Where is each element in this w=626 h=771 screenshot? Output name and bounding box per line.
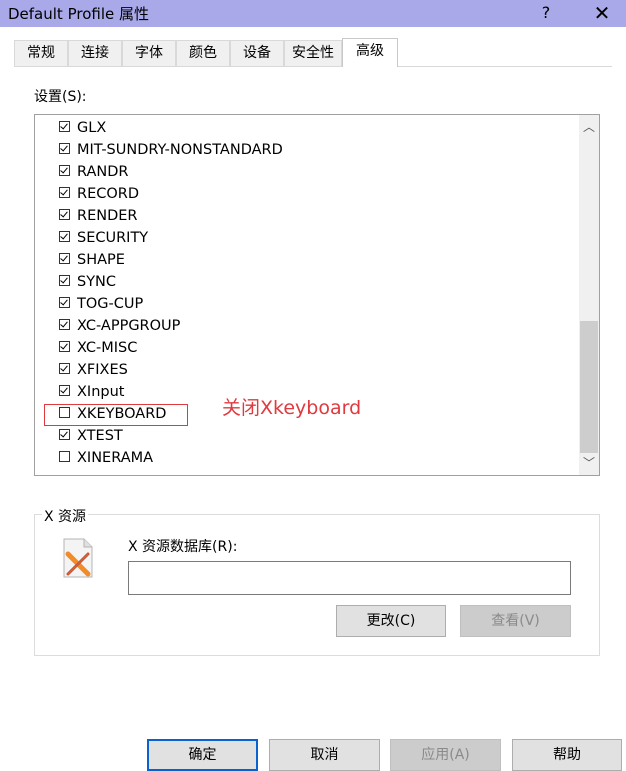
list-item-label: RECORD xyxy=(77,186,140,202)
checkbox[interactable] xyxy=(59,164,70,176)
list-item-label: SECURITY xyxy=(77,230,149,246)
xkeyboard-highlight xyxy=(44,404,188,426)
x-resource-db-input[interactable] xyxy=(128,561,571,595)
checkbox[interactable] xyxy=(59,450,70,462)
list-item[interactable]: SECURITY xyxy=(59,227,148,249)
list-item[interactable]: XTEST xyxy=(59,425,123,447)
list-item[interactable]: GLX xyxy=(59,117,106,139)
list-item[interactable]: RANDR xyxy=(59,161,129,183)
list-item[interactable]: SYNC xyxy=(59,271,116,293)
window-title: Default Profile 属性 xyxy=(8,5,149,23)
tab-connection[interactable]: 连接 xyxy=(68,40,122,66)
list-item[interactable]: XInput xyxy=(59,381,124,403)
checkbox[interactable] xyxy=(59,120,70,132)
checkbox[interactable] xyxy=(59,274,70,286)
list-item-label: RENDER xyxy=(77,208,138,224)
tab-color[interactable]: 颜色 xyxy=(176,40,230,66)
tab-device[interactable]: 设备 xyxy=(230,40,284,66)
list-item[interactable]: RECORD xyxy=(59,183,139,205)
list-item[interactable]: RENDER xyxy=(59,205,138,227)
list-item-label: XC-MISC xyxy=(77,340,138,356)
checkbox[interactable] xyxy=(59,296,70,308)
x-app-icon xyxy=(63,538,93,578)
list-item[interactable]: MIT-SUNDRY-NONSTANDARD xyxy=(59,139,283,161)
title-bar: Default Profile 属性 ? ✕ xyxy=(0,0,626,27)
scroll-down-icon[interactable]: ﹀ xyxy=(579,453,599,473)
list-item-label: RANDR xyxy=(77,164,129,180)
list-item[interactable]: XC-APPGROUP xyxy=(59,315,180,337)
checkbox[interactable] xyxy=(59,208,70,220)
checkbox[interactable] xyxy=(59,186,70,198)
ok-button[interactable]: 确定 xyxy=(147,739,258,771)
list-item-label: XFIXES xyxy=(77,362,128,378)
checkbox[interactable] xyxy=(59,318,70,330)
tab-general[interactable]: 常规 xyxy=(14,40,68,66)
checkbox[interactable] xyxy=(59,384,70,396)
cancel-button[interactable]: 取消 xyxy=(269,739,380,771)
close-icon[interactable]: ✕ xyxy=(590,0,614,26)
settings-scrollbar[interactable]: ︿ ﹀ xyxy=(579,115,599,475)
help-icon[interactable]: ? xyxy=(536,0,556,26)
tab-security[interactable]: 安全性 xyxy=(284,40,342,66)
list-item-label: SHAPE xyxy=(77,252,125,268)
list-item-label: XInput xyxy=(77,384,125,400)
list-item-label: SYNC xyxy=(77,274,117,290)
checkbox[interactable] xyxy=(59,428,70,440)
list-item-label: XC-APPGROUP xyxy=(77,318,181,334)
change-button[interactable]: 更改(C) xyxy=(336,605,446,637)
list-item[interactable]: XINERAMA xyxy=(59,447,153,469)
checkbox[interactable] xyxy=(59,230,70,242)
settings-label: 设置(S): xyxy=(34,89,87,105)
checkbox[interactable] xyxy=(59,142,70,154)
scroll-thumb[interactable] xyxy=(580,321,598,453)
tab-font[interactable]: 字体 xyxy=(122,40,176,66)
list-item-label: GLX xyxy=(77,120,107,136)
scroll-up-icon[interactable]: ︿ xyxy=(579,117,599,137)
checkbox[interactable] xyxy=(59,362,70,374)
list-item[interactable]: XC-MISC xyxy=(59,337,137,359)
list-item-label: MIT-SUNDRY-NONSTANDARD xyxy=(77,142,283,158)
tab-advanced[interactable]: 高级 xyxy=(342,38,398,67)
view-button[interactable]: 查看(V) xyxy=(460,605,571,637)
list-item-label: TOG-CUP xyxy=(77,296,144,312)
list-item[interactable]: SHAPE xyxy=(59,249,125,271)
x-resources-legend: X 资源 xyxy=(42,506,89,526)
apply-button[interactable]: 应用(A) xyxy=(390,739,501,771)
list-item-label: XINERAMA xyxy=(77,450,154,466)
annotation-text: 关闭Xkeyboard xyxy=(222,397,362,419)
checkbox[interactable] xyxy=(59,340,70,352)
x-resource-db-label: X 资源数据库(R): xyxy=(128,539,238,555)
list-item[interactable]: TOG-CUP xyxy=(59,293,143,315)
checkbox[interactable] xyxy=(59,252,70,264)
list-item-label: XTEST xyxy=(77,428,123,444)
help-button[interactable]: 帮助 xyxy=(512,739,622,771)
list-item[interactable]: XFIXES xyxy=(59,359,128,381)
